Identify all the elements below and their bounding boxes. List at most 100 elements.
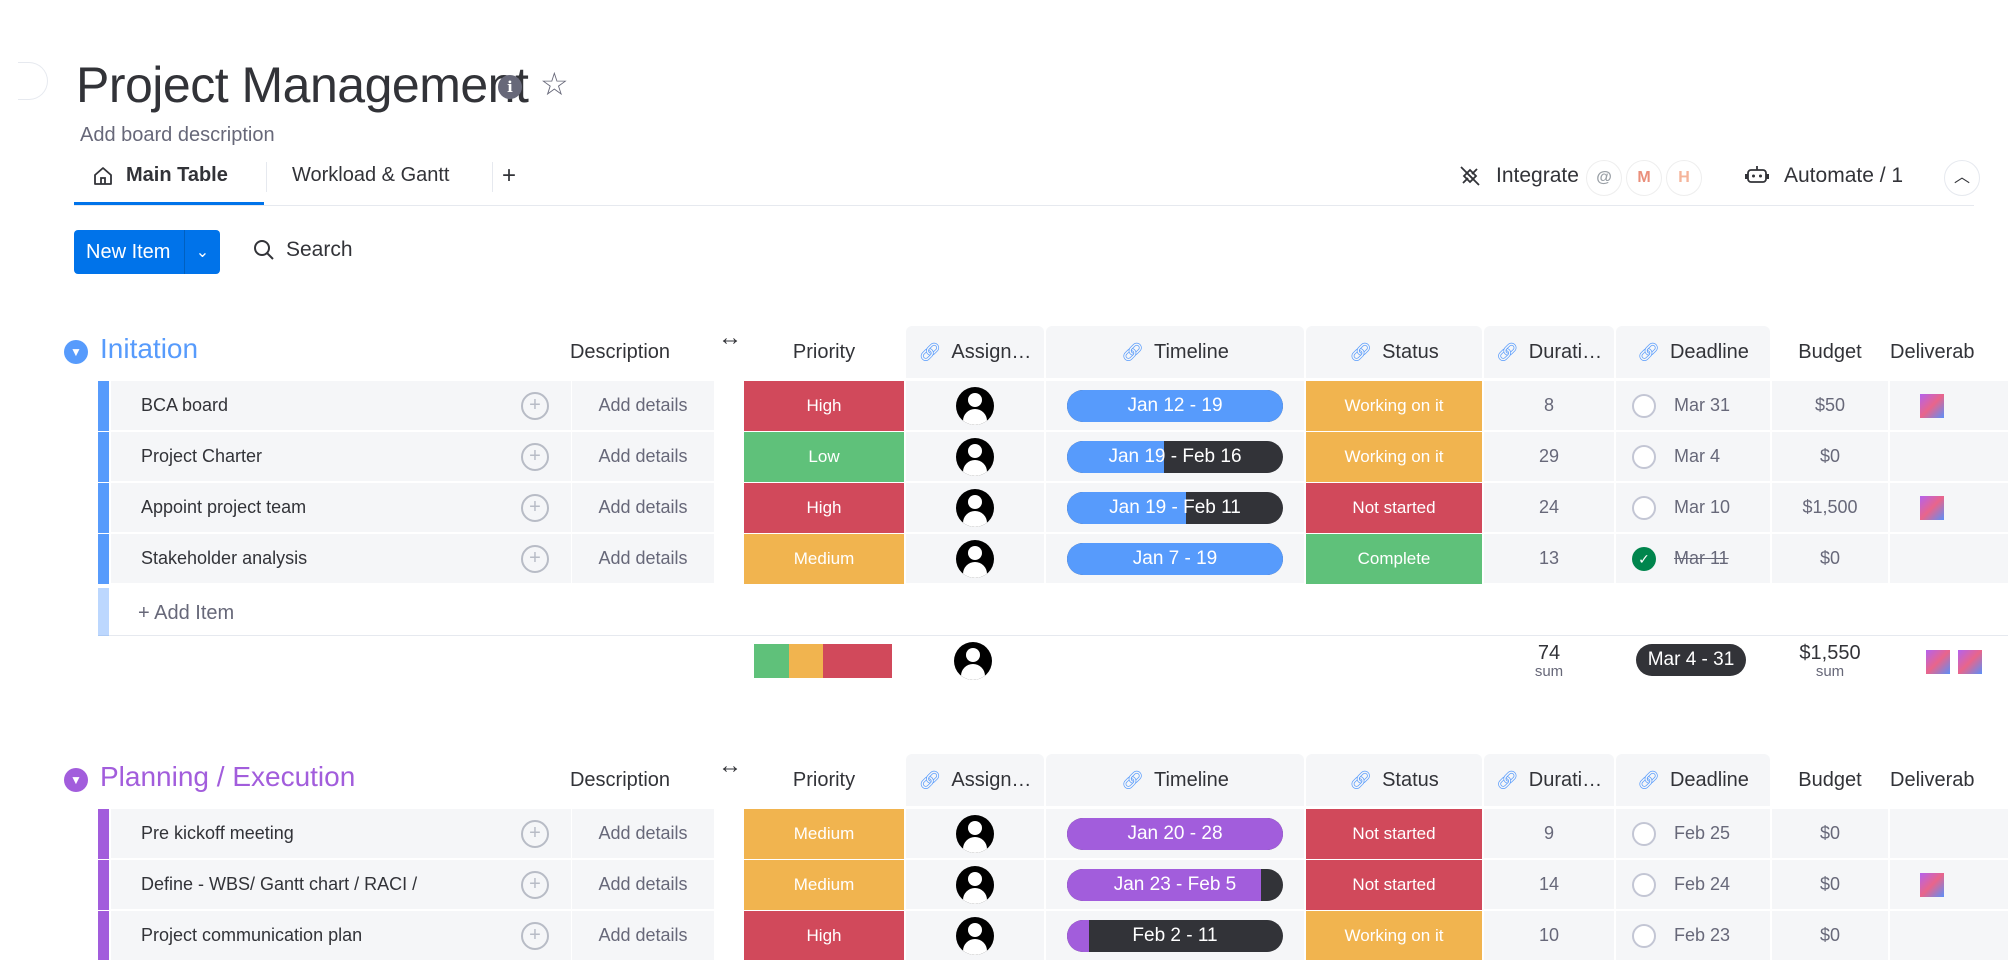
add-update-icon[interactable]: + bbox=[521, 392, 549, 420]
column-header-duration[interactable]: 🔗︎ Durati… bbox=[1484, 326, 1614, 378]
timeline-cell[interactable]: Feb 2 - 11 bbox=[1046, 911, 1304, 960]
duration-cell[interactable]: 8 bbox=[1484, 381, 1614, 431]
priority-label[interactable]: High bbox=[744, 381, 904, 431]
summary-assignee-avatar[interactable] bbox=[954, 642, 992, 680]
column-header-budget[interactable]: Budget bbox=[1772, 326, 1888, 378]
timeline-bar[interactable]: Jan 19 - Feb 16 bbox=[1067, 440, 1283, 473]
column-header-deadline[interactable]: 🔗︎ Deadline bbox=[1616, 754, 1770, 806]
deadline-range-summary[interactable]: Mar 4 - 31 bbox=[1636, 644, 1746, 676]
assignee-cell[interactable] bbox=[906, 534, 1044, 584]
item-name[interactable]: Project communication plan bbox=[141, 925, 362, 946]
column-header-description[interactable]: Description bbox=[548, 326, 692, 378]
description-cell[interactable]: Add details bbox=[572, 381, 714, 431]
item-name-cell[interactable]: Project communication plan + bbox=[111, 911, 571, 960]
timeline-bar[interactable]: Jan 23 - Feb 5 bbox=[1067, 868, 1283, 901]
priority-label[interactable]: High bbox=[744, 911, 904, 960]
deadline-cell[interactable]: Feb 24 bbox=[1616, 860, 1770, 910]
column-header-description[interactable]: Description bbox=[548, 754, 692, 806]
column-header-timeline[interactable]: 🔗︎ Timeline bbox=[1046, 754, 1304, 806]
file-thumbnail-icon[interactable] bbox=[1920, 495, 1944, 520]
deadline-checkbox[interactable] bbox=[1632, 495, 1656, 520]
budget-cell[interactable]: $0 bbox=[1772, 911, 1888, 960]
assignee-cell[interactable] bbox=[906, 809, 1044, 859]
add-update-icon[interactable]: + bbox=[521, 494, 549, 522]
item-name-cell[interactable]: Pre kickoff meeting + bbox=[111, 809, 571, 859]
description-cell[interactable]: Add details bbox=[572, 809, 714, 859]
column-header-assignee[interactable]: 🔗︎ Assign… bbox=[906, 326, 1044, 378]
deadline-checkbox[interactable] bbox=[1632, 821, 1656, 846]
priority-label[interactable]: Low bbox=[744, 432, 904, 482]
group-title[interactable]: Planning / Execution bbox=[100, 761, 355, 793]
timeline-cell[interactable]: Jan 19 - Feb 16 bbox=[1046, 432, 1304, 482]
deadline-checkbox[interactable] bbox=[1632, 872, 1656, 897]
status-label[interactable]: Working on it bbox=[1306, 432, 1482, 482]
description-cell[interactable]: Add details bbox=[572, 483, 714, 533]
item-name[interactable]: Define - WBS/ Gantt chart / RACI / bbox=[141, 874, 417, 895]
group-title[interactable]: Initation bbox=[100, 333, 198, 365]
deliverables-cell[interactable] bbox=[1890, 432, 2008, 482]
timeline-bar[interactable]: Feb 2 - 11 bbox=[1067, 919, 1283, 952]
add-view-button[interactable]: + bbox=[502, 162, 516, 190]
deadline-checkbox[interactable] bbox=[1632, 393, 1656, 418]
duration-cell[interactable]: 24 bbox=[1484, 483, 1614, 533]
priority-distribution-bar[interactable] bbox=[754, 644, 892, 678]
sidebar-collapse-handle[interactable] bbox=[18, 62, 48, 100]
duration-cell[interactable]: 13 bbox=[1484, 534, 1614, 584]
add-update-icon[interactable]: + bbox=[521, 871, 549, 899]
timeline-cell[interactable]: Jan 23 - Feb 5 bbox=[1046, 860, 1304, 910]
deadline-cell[interactable]: ✓ Mar 11 bbox=[1616, 534, 1770, 584]
description-cell[interactable]: Add details bbox=[572, 432, 714, 482]
table-row[interactable]: Appoint project team + Add details High Jan … bbox=[98, 483, 2008, 534]
column-header-priority[interactable]: Priority bbox=[744, 754, 904, 806]
assignee-cell[interactable] bbox=[906, 483, 1044, 533]
info-icon[interactable]: i bbox=[498, 75, 522, 99]
item-name[interactable]: Appoint project team bbox=[141, 497, 306, 518]
item-name-cell[interactable]: Stakeholder analysis + bbox=[111, 534, 571, 584]
timeline-cell[interactable]: Jan 19 - Feb 11 bbox=[1046, 483, 1304, 533]
duration-cell[interactable]: 29 bbox=[1484, 432, 1614, 482]
priority-label[interactable]: Medium bbox=[744, 860, 904, 910]
timeline-bar[interactable]: Jan 20 - 28 bbox=[1067, 817, 1283, 850]
status-label[interactable]: Not started bbox=[1306, 809, 1482, 859]
deadline-cell[interactable]: Mar 10 bbox=[1616, 483, 1770, 533]
deliverables-cell[interactable] bbox=[1890, 911, 2008, 960]
add-update-icon[interactable]: + bbox=[521, 443, 549, 471]
add-update-icon[interactable]: + bbox=[521, 820, 549, 848]
file-thumbnail-icon[interactable] bbox=[1920, 872, 1944, 897]
column-header-duration[interactable]: 🔗︎ Durati… bbox=[1484, 754, 1614, 806]
assignee-cell[interactable] bbox=[906, 860, 1044, 910]
column-header-priority[interactable]: Priority bbox=[744, 326, 904, 378]
status-label[interactable]: Not started bbox=[1306, 860, 1482, 910]
deliverables-cell[interactable] bbox=[1890, 534, 2008, 584]
column-header-timeline[interactable]: 🔗︎ Timeline bbox=[1046, 326, 1304, 378]
tab-main-table[interactable]: Main Table bbox=[92, 164, 228, 187]
board-title[interactable]: Project Management bbox=[76, 56, 529, 114]
item-name[interactable]: Pre kickoff meeting bbox=[141, 823, 294, 844]
deliverables-cell[interactable] bbox=[1890, 381, 2008, 431]
budget-cell[interactable]: $0 bbox=[1772, 860, 1888, 910]
group-collapse-toggle[interactable]: ▼ bbox=[64, 768, 88, 792]
column-header-deliverables[interactable]: Deliverab bbox=[1890, 754, 2008, 806]
budget-cell[interactable]: $50 bbox=[1772, 381, 1888, 431]
timeline-bar[interactable]: Jan 7 - 19 bbox=[1067, 542, 1283, 575]
duration-cell[interactable]: 9 bbox=[1484, 809, 1614, 859]
column-header-budget[interactable]: Budget bbox=[1772, 754, 1888, 806]
budget-cell[interactable]: $0 bbox=[1772, 809, 1888, 859]
column-header-deliverables[interactable]: Deliverab bbox=[1890, 326, 2008, 378]
item-name-cell[interactable]: Appoint project team + bbox=[111, 483, 571, 533]
group-collapse-toggle[interactable]: ▼ bbox=[64, 340, 88, 364]
budget-cell[interactable]: $1,500 bbox=[1772, 483, 1888, 533]
add-item-row[interactable]: + Add Item bbox=[98, 588, 2008, 636]
timeline-bar[interactable]: Jan 19 - Feb 11 bbox=[1067, 491, 1283, 524]
add-update-icon[interactable]: + bbox=[521, 922, 549, 950]
duration-cell[interactable]: 10 bbox=[1484, 911, 1614, 960]
file-thumbnail-icon[interactable] bbox=[1920, 393, 1944, 418]
timeline-cell[interactable]: Jan 20 - 28 bbox=[1046, 809, 1304, 859]
priority-label[interactable]: Medium bbox=[744, 534, 904, 584]
star-icon[interactable]: ☆ bbox=[540, 68, 569, 100]
table-row[interactable]: Project communication plan + Add details Hi… bbox=[98, 911, 2008, 960]
status-label[interactable]: Working on it bbox=[1306, 911, 1482, 960]
assignee-cell[interactable] bbox=[906, 911, 1044, 960]
chevron-down-icon[interactable]: ⌄ bbox=[185, 242, 220, 262]
description-cell[interactable]: Add details bbox=[572, 534, 714, 584]
